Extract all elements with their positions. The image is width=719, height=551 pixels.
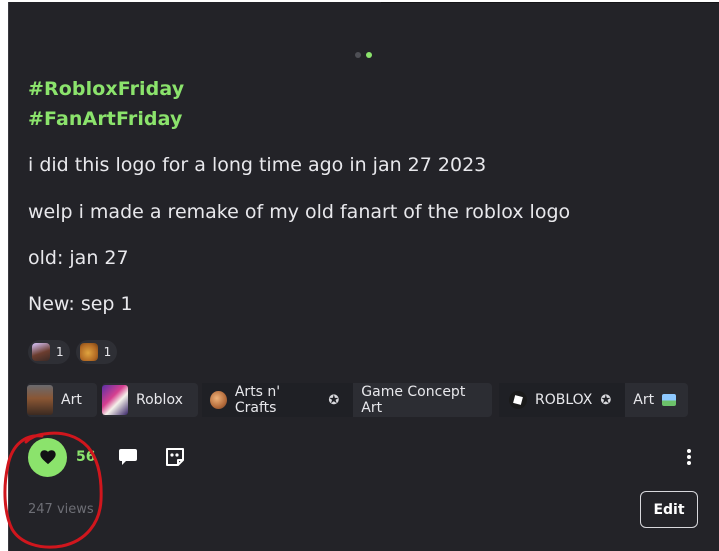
more-options-button[interactable] [678, 446, 700, 468]
reaction-chip[interactable]: 1 [75, 340, 118, 364]
character-emoji-icon [32, 343, 50, 361]
edit-button[interactable]: Edit [640, 491, 698, 528]
carousel-dot-active[interactable] [366, 52, 372, 58]
more-vertical-icon [687, 449, 691, 465]
roblox-logo-icon [509, 391, 527, 409]
share-icon [166, 448, 184, 466]
share-button[interactable] [164, 446, 186, 468]
tag-topic: Art [633, 392, 655, 408]
verified-badge-icon: ✪ [600, 392, 612, 408]
hashtag-fanart-friday[interactable]: #FanArtFriday [28, 108, 182, 130]
tag-community-art[interactable]: Art [27, 383, 97, 417]
tag-community-roblox[interactable]: Roblox [102, 383, 198, 417]
comment-button[interactable] [117, 446, 139, 468]
tag-label: Arts n' Crafts [234, 384, 281, 416]
tag-group-arts-n-crafts[interactable]: Arts n' Crafts ✪ Game Concept Art [202, 383, 492, 417]
picture-emoji-icon [662, 394, 677, 406]
like-count: 56 [76, 449, 96, 465]
heart-icon [39, 450, 56, 465]
art-community-thumbnail [27, 385, 53, 415]
tag-topic: Game Concept Art [361, 384, 466, 416]
post-paragraph: welp i made a remake of my old fanart of… [28, 201, 571, 223]
roblox-community-thumbnail [102, 385, 128, 415]
carousel-indicator [355, 52, 372, 58]
reaction-count: 1 [56, 345, 64, 359]
reaction-count: 1 [103, 345, 112, 359]
verified-badge-icon: ✪ [328, 392, 340, 408]
post-paragraph: old: jan 27 [28, 247, 129, 269]
tag-group-roblox[interactable]: ROBLOX ✪ Art [499, 383, 688, 417]
tag-label: Art [61, 392, 82, 408]
post-card: #RobloxFriday #FanArtFriday i did this l… [8, 2, 719, 551]
tag-label: Roblox [136, 392, 183, 408]
comment-icon [119, 449, 137, 465]
arts-n-crafts-icon [210, 391, 227, 409]
tag-label: ROBLOX [535, 392, 593, 408]
post-paragraph: i did this logo for a long time ago in j… [28, 154, 487, 176]
post-paragraph: New: sep 1 [28, 293, 133, 315]
carousel-dot[interactable] [355, 52, 361, 58]
view-count: 247 views [28, 502, 94, 517]
action-bar: 56 [28, 438, 712, 482]
reaction-bar: 1 1 [28, 340, 118, 364]
reaction-chip[interactable]: 1 [28, 340, 70, 364]
bread-emoji-icon [79, 343, 98, 361]
like-button[interactable] [28, 438, 67, 477]
hashtag-roblox-friday[interactable]: #RobloxFriday [28, 78, 184, 100]
card-top-border [381, 2, 719, 3]
